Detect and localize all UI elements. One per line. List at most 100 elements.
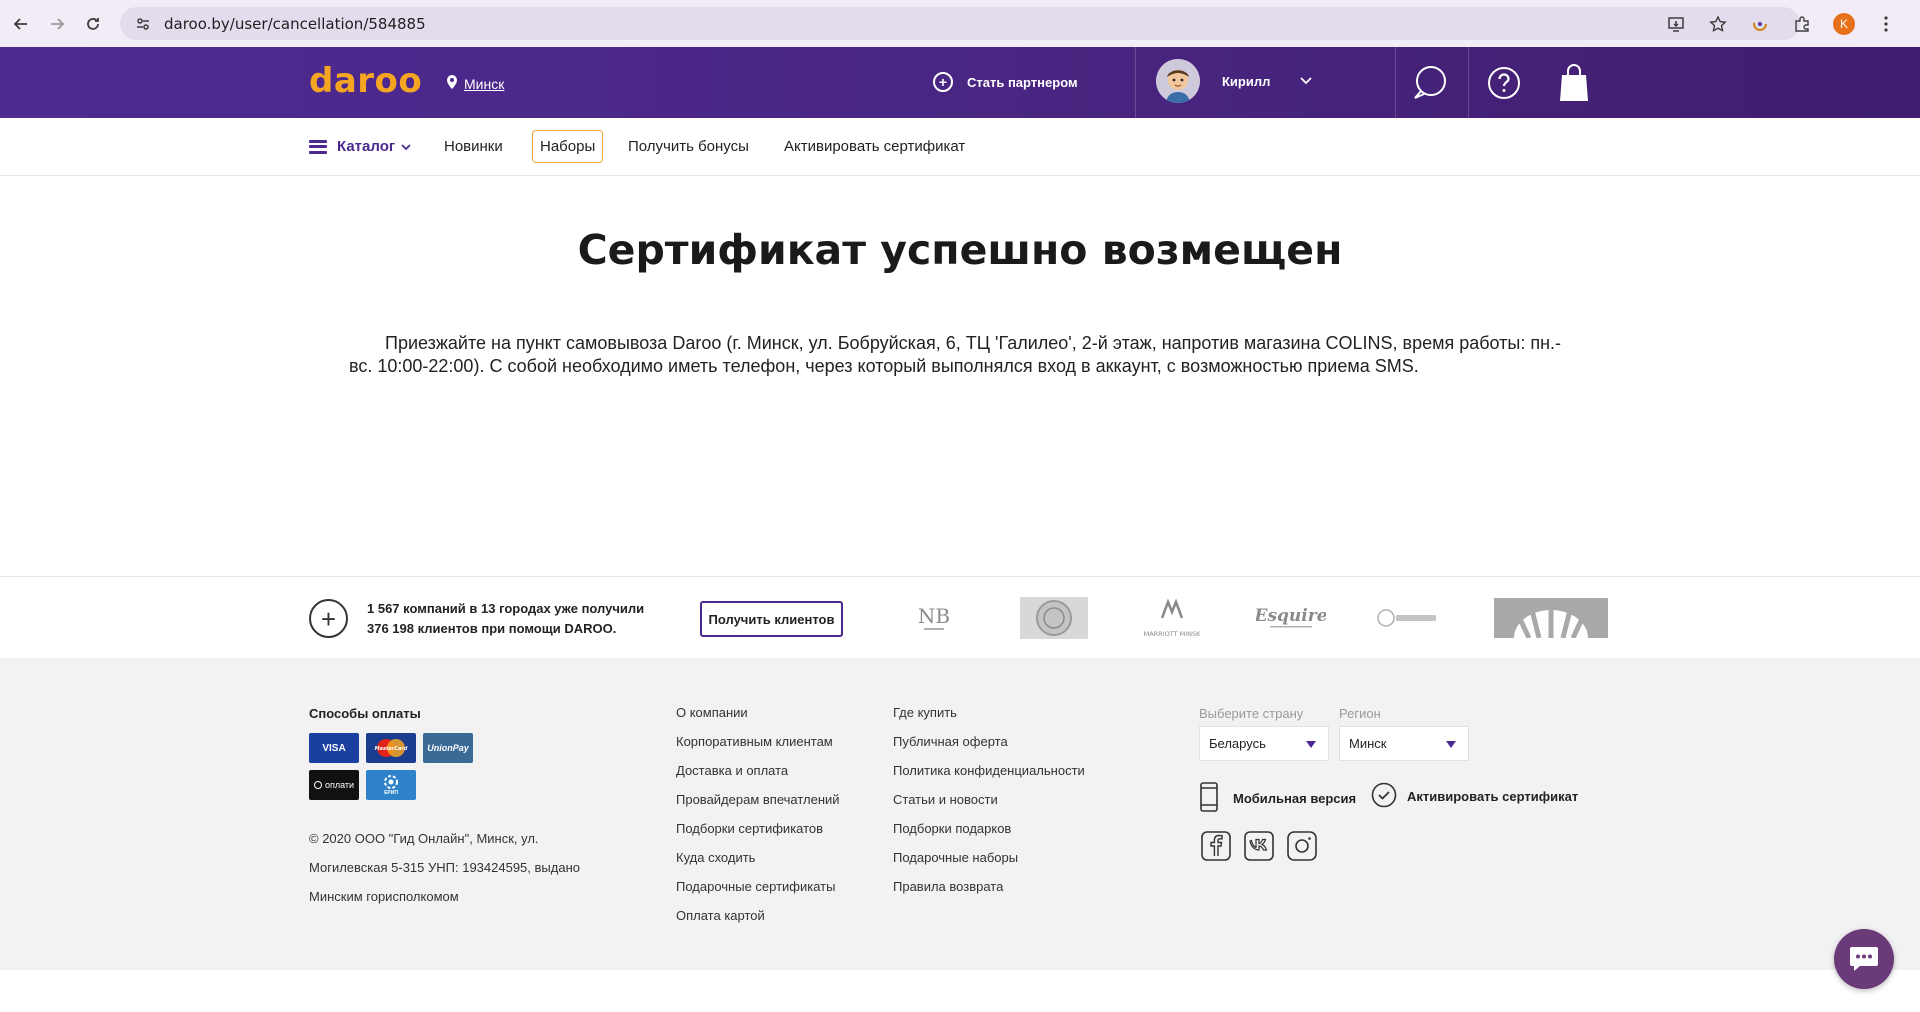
footer-link[interactable]: Публичная оферта	[893, 733, 1085, 762]
chat-widget-button[interactable]	[1834, 929, 1894, 989]
facebook-icon[interactable]	[1200, 830, 1232, 862]
footer-link[interactable]: О компании	[676, 704, 840, 733]
site-header: daroo Минск + Стать партнером Кирилл	[0, 47, 1920, 118]
get-clients-button[interactable]: Получить клиентов	[700, 601, 843, 637]
instagram-icon[interactable]	[1286, 830, 1318, 862]
city-label: Минск	[464, 75, 505, 92]
header-divider	[1395, 47, 1396, 118]
user-name: Кирилл	[1222, 73, 1271, 89]
plus-circle-icon: +	[933, 72, 953, 92]
partners-stats-line: 376 198 клиентов при помощи DAROO.	[367, 621, 617, 636]
mastercard-text: MasterCard	[375, 746, 408, 752]
help-icon[interactable]	[1482, 61, 1526, 105]
footer-link[interactable]: Подборки сертификатов	[676, 820, 840, 849]
browser-toolbar: daroo.by/user/cancellation/584885 K	[0, 0, 1920, 47]
region-select[interactable]: Минск	[1339, 726, 1469, 761]
footer-link[interactable]: Подборки подарков	[893, 820, 1085, 849]
partner-label: Стать партнером	[967, 74, 1078, 90]
pickup-instructions: Приезжайте на пункт самовывоза Daroo (г.…	[349, 333, 1562, 376]
footer-link[interactable]: Корпоративным клиентам	[676, 733, 840, 762]
mastercard-icon: MasterCard	[366, 733, 416, 763]
forward-arrow-icon[interactable]	[42, 9, 72, 39]
brand-logo-seal	[1020, 595, 1088, 641]
payment-methods-heading: Способы оплаты	[309, 706, 421, 721]
footer-link[interactable]: Доставка и оплата	[676, 762, 840, 791]
footer-link[interactable]: Политика конфиденциальности	[893, 762, 1085, 791]
browser-actions: K	[1662, 9, 1900, 39]
region-value: Минск	[1349, 736, 1387, 751]
hamburger-icon	[309, 139, 327, 154]
brand-logo-marriott: MARRIOTT MINSK	[1144, 595, 1200, 641]
catalog-menu-button[interactable]: Каталог	[309, 138, 411, 155]
city-selector[interactable]: Минск	[446, 74, 504, 93]
dropdown-triangle-icon	[1446, 741, 1456, 748]
install-app-icon[interactable]	[1662, 10, 1690, 38]
catalog-label: Каталог	[337, 138, 396, 155]
region-label: Регион	[1339, 706, 1381, 721]
check-circle-icon	[1371, 782, 1397, 811]
copyright-line: Минским горисполкомом	[309, 889, 459, 904]
footer-links-col-2: Где купить Публичная оферта Политика кон…	[893, 704, 1085, 907]
nav-item-activate-certificate[interactable]: Активировать сертификат	[784, 138, 965, 155]
mobile-phone-icon	[1199, 782, 1219, 815]
plus-circle-icon: +	[309, 599, 348, 638]
profile-avatar[interactable]: K	[1830, 10, 1858, 38]
user-avatar	[1156, 59, 1200, 103]
extension-badge-icon[interactable]	[1746, 10, 1774, 38]
header-divider	[1135, 47, 1136, 118]
footer-link[interactable]: Подарочные сертификаты	[676, 878, 840, 907]
brand-esquire-text: Esquire	[1256, 606, 1326, 626]
chevron-down-icon	[401, 138, 411, 155]
bookmark-star-icon[interactable]	[1704, 10, 1732, 38]
partners-stats: 1 567 компаний в 13 городах уже получили…	[367, 599, 644, 639]
copyright-line: © 2020 ООО "Гид Онлайн", Минск, ул.	[309, 831, 539, 846]
vk-icon[interactable]	[1243, 830, 1275, 862]
chat-bubble-icon	[1850, 947, 1878, 971]
chat-search-icon[interactable]	[1408, 61, 1452, 105]
site-settings-icon[interactable]	[134, 15, 152, 33]
footer-link[interactable]: Оплата картой	[676, 907, 840, 936]
browser-menu-icon[interactable]	[1872, 10, 1900, 38]
main-navigation: Каталог Новинки Наборы Получить бонусы А…	[0, 118, 1920, 176]
footer-link[interactable]: Провайдерам впечатлений	[676, 791, 840, 820]
activate-certificate-link[interactable]: Активировать сертификат	[1371, 782, 1578, 811]
footer-link[interactable]: Где купить	[893, 704, 1085, 733]
reload-icon[interactable]	[78, 9, 108, 39]
header-divider	[1468, 47, 1469, 118]
footer-link[interactable]: Куда сходить	[676, 849, 840, 878]
country-select[interactable]: Беларусь	[1199, 726, 1329, 761]
brand-marriott-text: MARRIOTT MINSK	[1144, 630, 1200, 638]
brand-logo-sun	[1494, 595, 1608, 641]
mobile-version-label: Мобильная версия	[1233, 791, 1357, 806]
visa-card-icon: VISA	[309, 733, 359, 763]
nav-item-new[interactable]: Новинки	[444, 138, 503, 155]
country-value: Беларусь	[1209, 736, 1266, 751]
footer-link[interactable]: Правила возврата	[893, 878, 1085, 907]
copyright-line: Могилевская 5-315 УНП: 193424595, выдано	[309, 860, 580, 875]
back-arrow-icon[interactable]	[6, 9, 36, 39]
oplati-icon: оплати	[309, 770, 359, 800]
footer-link[interactable]: Статьи и новости	[893, 791, 1085, 820]
nav-item-bonuses[interactable]: Получить бонусы	[628, 138, 749, 155]
mobile-version-link[interactable]: Мобильная версия	[1199, 782, 1356, 815]
brand-logo-nb: NB	[916, 595, 952, 641]
erip-label: ЕРИП	[384, 790, 398, 796]
daroo-logo[interactable]: daroo	[309, 61, 422, 101]
nav-item-sets[interactable]: Наборы	[532, 130, 604, 163]
footer-links-col-1: О компании Корпоративным клиентам Достав…	[676, 704, 840, 936]
footer: Способы оплаты VISA MasterCard UnionPay …	[0, 658, 1920, 970]
shopping-bag-icon[interactable]	[1552, 61, 1596, 105]
footer-link[interactable]: Подарочные наборы	[893, 849, 1085, 878]
partners-strip: + 1 567 компаний в 13 городах уже получи…	[0, 576, 1920, 658]
extensions-puzzle-icon[interactable]	[1788, 10, 1816, 38]
become-partner-link[interactable]: + Стать партнером	[933, 72, 1078, 92]
brand-logo-round	[1376, 595, 1440, 641]
user-menu[interactable]: Кирилл	[1156, 59, 1313, 103]
oplati-label: оплати	[324, 780, 355, 790]
address-bar[interactable]: daroo.by/user/cancellation/584885	[120, 7, 1800, 40]
chevron-down-icon	[1300, 74, 1313, 88]
brand-logo-esquire: Esquire	[1256, 595, 1326, 641]
url-text: daroo.by/user/cancellation/584885	[164, 14, 426, 33]
page-title: Сертификат успешно возмещен	[577, 226, 1343, 274]
location-pin-icon	[446, 74, 458, 93]
